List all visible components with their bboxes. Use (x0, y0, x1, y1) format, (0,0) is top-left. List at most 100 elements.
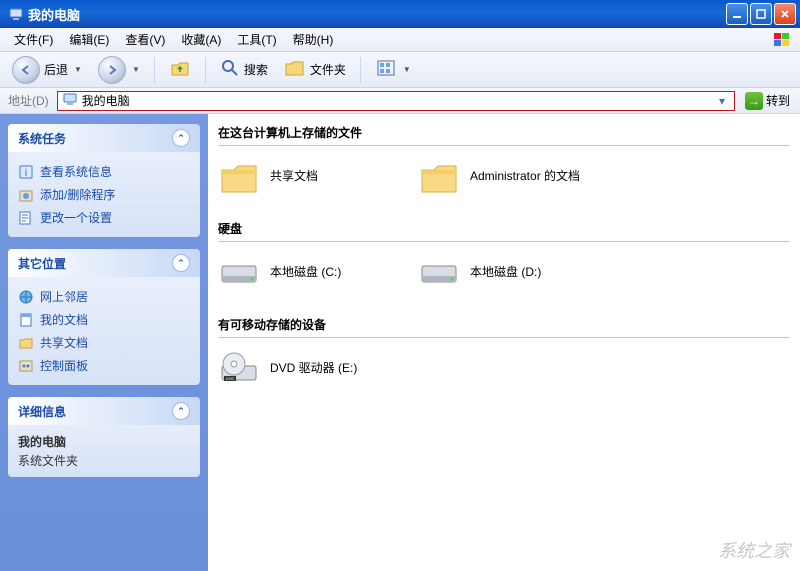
task-add-remove-programs[interactable]: 添加/删除程序 (18, 183, 190, 206)
item-local-disk-d[interactable]: 本地磁盘 (D:) (418, 252, 598, 294)
task-view-system-info[interactable]: i 查看系统信息 (18, 160, 190, 183)
panel-title: 系统任务 (18, 130, 66, 147)
chevron-down-icon: ▼ (74, 65, 82, 74)
forward-arrow-icon (98, 56, 126, 84)
panel-other-places: 其它位置 ⌃ 网上邻居 我的文档 共享文档 控制面板 (8, 249, 200, 385)
address-bar: 地址(D) 我的电脑 ▾ → 转到 (0, 88, 800, 114)
hdd-icon (418, 252, 460, 294)
item-local-disk-c[interactable]: 本地磁盘 (C:) (218, 252, 398, 294)
collapse-icon[interactable]: ⌃ (172, 402, 190, 420)
hdd-icon (218, 252, 260, 294)
item-dvd-drive-e[interactable]: DVD DVD 驱动器 (E:) (218, 348, 398, 390)
folder-icon (418, 156, 460, 198)
up-button[interactable] (163, 54, 197, 85)
search-label: 搜索 (244, 61, 268, 78)
window-controls (726, 3, 796, 25)
section-header-hdd: 硬盘 (218, 216, 790, 242)
address-label: 地址(D) (4, 92, 53, 109)
dvd-icon: DVD (218, 348, 260, 390)
panel-details: 详细信息 ⌃ 我的电脑 系统文件夹 (8, 397, 200, 477)
menu-bar: 文件(F) 编辑(E) 查看(V) 收藏(A) 工具(T) 帮助(H) (0, 28, 800, 52)
link-my-documents[interactable]: 我的文档 (18, 308, 190, 331)
folder-icon (218, 156, 260, 198)
folder-up-icon (169, 57, 191, 82)
main-pane: 在这台计算机上存储的文件 共享文档 Administrator 的文档 硬盘 本… (208, 114, 800, 571)
forward-button[interactable]: ▼ (92, 53, 146, 87)
folders-button[interactable]: 文件夹 (278, 55, 352, 84)
link-label: 控制面板 (40, 357, 88, 374)
item-admin-documents[interactable]: Administrator 的文档 (418, 156, 598, 198)
folders-icon (284, 58, 306, 81)
task-change-setting[interactable]: 更改一个设置 (18, 206, 190, 229)
maximize-button[interactable] (750, 3, 772, 25)
item-label: DVD 驱动器 (E:) (270, 361, 357, 377)
menu-tools[interactable]: 工具(T) (229, 28, 284, 51)
collapse-icon[interactable]: ⌃ (172, 129, 190, 147)
window-title: 我的电脑 (28, 5, 726, 24)
menu-favorites[interactable]: 收藏(A) (173, 28, 229, 51)
back-label: 后退 (44, 61, 68, 78)
link-control-panel[interactable]: 控制面板 (18, 354, 190, 377)
address-field[interactable]: 我的电脑 ▾ (57, 91, 735, 111)
mydocs-icon (18, 312, 34, 328)
svg-text:i: i (25, 168, 27, 179)
menu-view[interactable]: 查看(V) (117, 28, 173, 51)
task-label: 添加/删除程序 (40, 186, 115, 203)
link-shared-docs[interactable]: 共享文档 (18, 331, 190, 354)
item-label: 本地磁盘 (C:) (270, 265, 341, 281)
windows-flag-icon (772, 31, 794, 49)
item-shared-documents[interactable]: 共享文档 (218, 156, 398, 198)
detail-title: 我的电脑 (18, 433, 190, 450)
search-icon (220, 58, 240, 81)
panel-title: 详细信息 (18, 403, 66, 420)
section-header-files: 在这台计算机上存储的文件 (218, 120, 790, 146)
task-label: 查看系统信息 (40, 163, 112, 180)
watermark: 系统之家 (718, 537, 790, 563)
toolbar: 后退 ▼ ▼ 搜索 文件夹 ▼ (0, 52, 800, 88)
menu-edit[interactable]: 编辑(E) (61, 28, 117, 51)
collapse-icon[interactable]: ⌃ (172, 254, 190, 272)
content-area: 系统任务 ⌃ i 查看系统信息 添加/删除程序 更改一个设置 (0, 114, 800, 571)
sharedfolder-icon (18, 335, 34, 351)
address-dropdown-icon[interactable]: ▾ (714, 94, 730, 108)
menu-file[interactable]: 文件(F) (6, 28, 61, 51)
item-label: Administrator 的文档 (470, 169, 580, 185)
link-label: 共享文档 (40, 334, 88, 351)
my-computer-icon (8, 6, 24, 22)
panel-header[interactable]: 系统任务 ⌃ (8, 124, 200, 152)
address-value: 我的电脑 (82, 92, 130, 109)
separator (205, 57, 206, 83)
addremove-icon (18, 187, 34, 203)
go-button[interactable]: → 转到 (739, 90, 796, 112)
task-label: 更改一个设置 (40, 209, 112, 226)
settings-icon (18, 210, 34, 226)
separator (360, 57, 361, 83)
views-button[interactable]: ▼ (369, 55, 417, 84)
link-label: 网上邻居 (40, 288, 88, 305)
item-label: 本地磁盘 (D:) (470, 265, 541, 281)
controlpanel-icon (18, 358, 34, 374)
tasks-sidebar: 系统任务 ⌃ i 查看系统信息 添加/删除程序 更改一个设置 (0, 114, 208, 571)
go-label: 转到 (766, 92, 790, 109)
back-button[interactable]: 后退 ▼ (6, 53, 88, 87)
folders-label: 文件夹 (310, 61, 346, 78)
detail-subtitle: 系统文件夹 (18, 452, 190, 469)
separator (154, 57, 155, 83)
info-icon: i (18, 164, 34, 180)
search-button[interactable]: 搜索 (214, 55, 274, 84)
views-icon (375, 58, 397, 81)
go-arrow-icon: → (745, 92, 763, 110)
panel-header[interactable]: 其它位置 ⌃ (8, 249, 200, 277)
panel-header[interactable]: 详细信息 ⌃ (8, 397, 200, 425)
network-icon (18, 289, 34, 305)
back-arrow-icon (12, 56, 40, 84)
close-button[interactable] (774, 3, 796, 25)
chevron-down-icon: ▼ (132, 65, 140, 74)
link-network-places[interactable]: 网上邻居 (18, 285, 190, 308)
my-computer-icon (62, 91, 78, 110)
menu-help[interactable]: 帮助(H) (285, 28, 342, 51)
panel-system-tasks: 系统任务 ⌃ i 查看系统信息 添加/删除程序 更改一个设置 (8, 124, 200, 237)
section-header-removable: 有可移动存储的设备 (218, 312, 790, 338)
item-label: 共享文档 (270, 169, 318, 185)
minimize-button[interactable] (726, 3, 748, 25)
